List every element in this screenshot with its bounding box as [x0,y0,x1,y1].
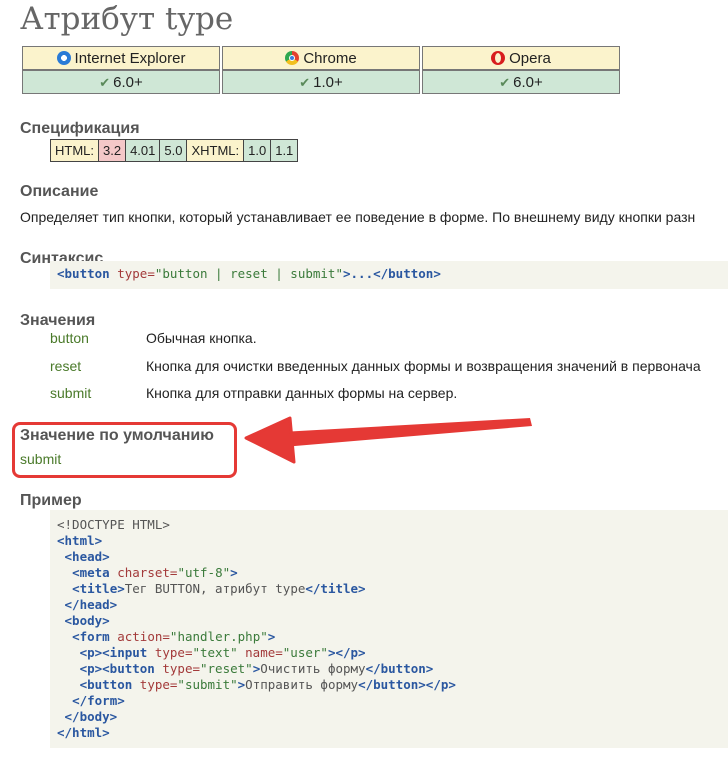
code-token: </button> [365,661,434,676]
code-token: </head> [64,597,118,612]
example-code: <!DOCTYPE HTML> <html> <head> <meta chars… [50,510,728,748]
code-token: Тег BUTTON, атрибут type [124,581,306,596]
code-line: <button type="submit">Отправить форму</b… [57,677,728,693]
code-line: <p><button type="reset">Очистить форму</… [57,661,728,677]
code-token: "reset" [200,661,253,676]
code-token: </button></p> [358,677,456,692]
code-token: <html> [57,533,103,548]
code-line: </head> [57,597,728,613]
code-token: "submit" [177,677,238,692]
code-token: <button [79,677,133,692]
code-token: </body> [64,709,118,724]
arrow-shaft [281,418,532,447]
code-token: "user" [282,645,328,660]
code-line: </form> [57,693,728,709]
code-token: "text" [192,645,238,660]
code-line: </body> [57,709,728,725]
code-token: "utf-8" [177,565,231,580]
code-token: type= [154,661,200,676]
example-heading: Пример [20,492,82,509]
code-token: action= [109,629,170,644]
code-token: </title> [305,581,366,596]
code-line: <!DOCTYPE HTML> [57,517,728,533]
code-line: <head> [57,549,728,565]
code-token: > [267,629,276,644]
arrow-head [244,416,296,464]
code-token: charset= [109,565,178,580]
code-token: <meta [72,565,110,580]
code-token: > [230,565,238,580]
code-token: <p><button [79,661,155,676]
code-token: type= [132,677,178,692]
code-line: <body> [57,613,728,629]
code-token: ></p> [327,645,366,660]
code-line: <p><input type="text" name="user"></p> [57,645,728,661]
code-token: </html> [57,725,110,740]
code-token: "handler.php" [169,629,268,644]
code-line: <form action="handler.php"> [57,629,728,645]
code-token: Очистить форму [260,661,366,676]
code-line: <meta charset="utf-8"> [57,565,728,581]
code-token: <body> [64,613,110,628]
code-token: name= [237,645,283,660]
code-token: <form [72,629,110,644]
code-token: <!DOCTYPE HTML> [57,517,170,532]
code-line: </html> [57,725,728,741]
code-token: <p><input [79,645,148,660]
code-line: <html> [57,533,728,549]
code-token: Отправить форму [245,677,359,692]
code-line: <title>Тег BUTTON, атрибут type</title> [57,581,728,597]
code-token: <head> [64,549,110,564]
code-token: type= [147,645,193,660]
code-token: </form> [72,693,125,708]
code-token: <title> [72,581,125,596]
